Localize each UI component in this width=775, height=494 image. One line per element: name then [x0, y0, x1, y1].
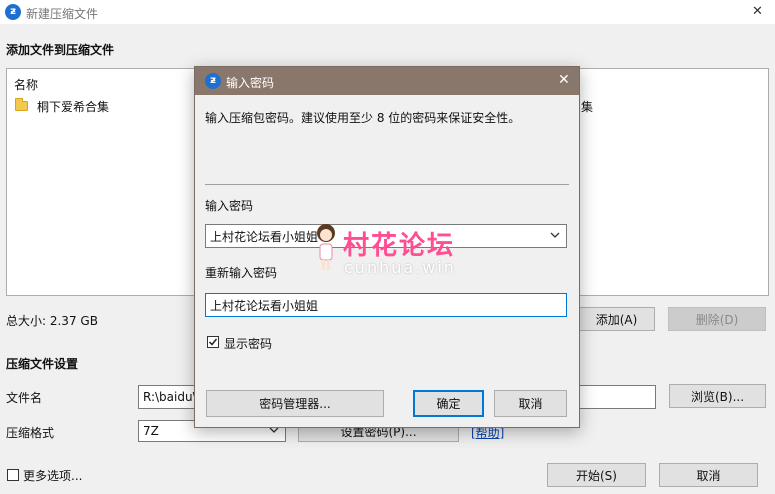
column-header-name[interactable]: 名称 — [14, 76, 38, 93]
window-titlebar: ƶ 新建压缩文件 ✕ — [0, 0, 775, 24]
dialog-divider — [205, 184, 569, 185]
more-options-label[interactable]: 更多选项... — [23, 467, 82, 484]
total-size-label: 总大小: 2.37 GB — [6, 314, 98, 328]
password-value: 上村花论坛看小姐姐 — [210, 229, 319, 244]
password-hint: 输入压缩包密码。建议使用至少 8 位的密码来保证安全性。 — [205, 111, 521, 125]
dialog-app-icon: ƶ — [205, 73, 221, 89]
window-title: 新建压缩文件 — [26, 7, 99, 21]
watermark-subtext: cunhua.win — [344, 258, 456, 277]
more-options-checkbox[interactable] — [7, 469, 19, 481]
confirm-password-value: 上村花论坛看小姐姐 — [210, 298, 319, 313]
dialog-close-icon[interactable]: ✕ — [558, 72, 570, 88]
watermark-text: 村花论坛 — [343, 231, 456, 261]
show-password-label[interactable]: 显示密码 — [224, 335, 272, 352]
confirm-password-label: 重新输入密码 — [205, 266, 278, 280]
password-manager-button[interactable]: 密码管理器... — [206, 390, 384, 417]
dialog-title: 输入密码 — [226, 76, 275, 90]
delete-button[interactable]: 删除(D) — [668, 307, 766, 331]
filename-value: R:\baidu\ — [143, 390, 197, 404]
checkmark-icon — [208, 338, 218, 346]
files-section-heading: 添加文件到压缩文件 — [6, 43, 115, 57]
filename-label: 文件名 — [6, 391, 43, 405]
window-close-icon[interactable]: ✕ — [752, 4, 763, 19]
confirm-password-input[interactable]: 上村花论坛看小姐姐 — [205, 293, 567, 317]
browse-button[interactable]: 浏览(B)... — [669, 384, 766, 408]
dialog-cancel-button[interactable]: 取消 — [494, 390, 567, 417]
list-item-name: 桐下爱希合集 — [37, 100, 110, 114]
watermark-mascot-icon — [314, 222, 338, 274]
settings-section-heading: 压缩文件设置 — [6, 357, 79, 371]
format-label: 压缩格式 — [6, 426, 55, 440]
list-text-fragment: 集 — [581, 100, 594, 114]
list-item[interactable]: 桐下爱希合集 — [13, 97, 213, 115]
main-cancel-button[interactable]: 取消 — [659, 463, 758, 487]
chevron-down-icon[interactable] — [550, 232, 560, 238]
app-logo-icon: ƶ — [5, 4, 21, 20]
ok-button[interactable]: 确定 — [413, 390, 484, 417]
folder-icon — [15, 98, 28, 111]
format-value: 7Z — [143, 424, 159, 438]
start-button[interactable]: 开始(S) — [547, 463, 646, 487]
show-password-checkbox[interactable] — [207, 336, 219, 348]
dialog-titlebar: ƶ 输入密码 ✕ — [195, 67, 579, 95]
password-label: 输入密码 — [205, 199, 254, 213]
add-button[interactable]: 添加(A) — [578, 307, 655, 331]
